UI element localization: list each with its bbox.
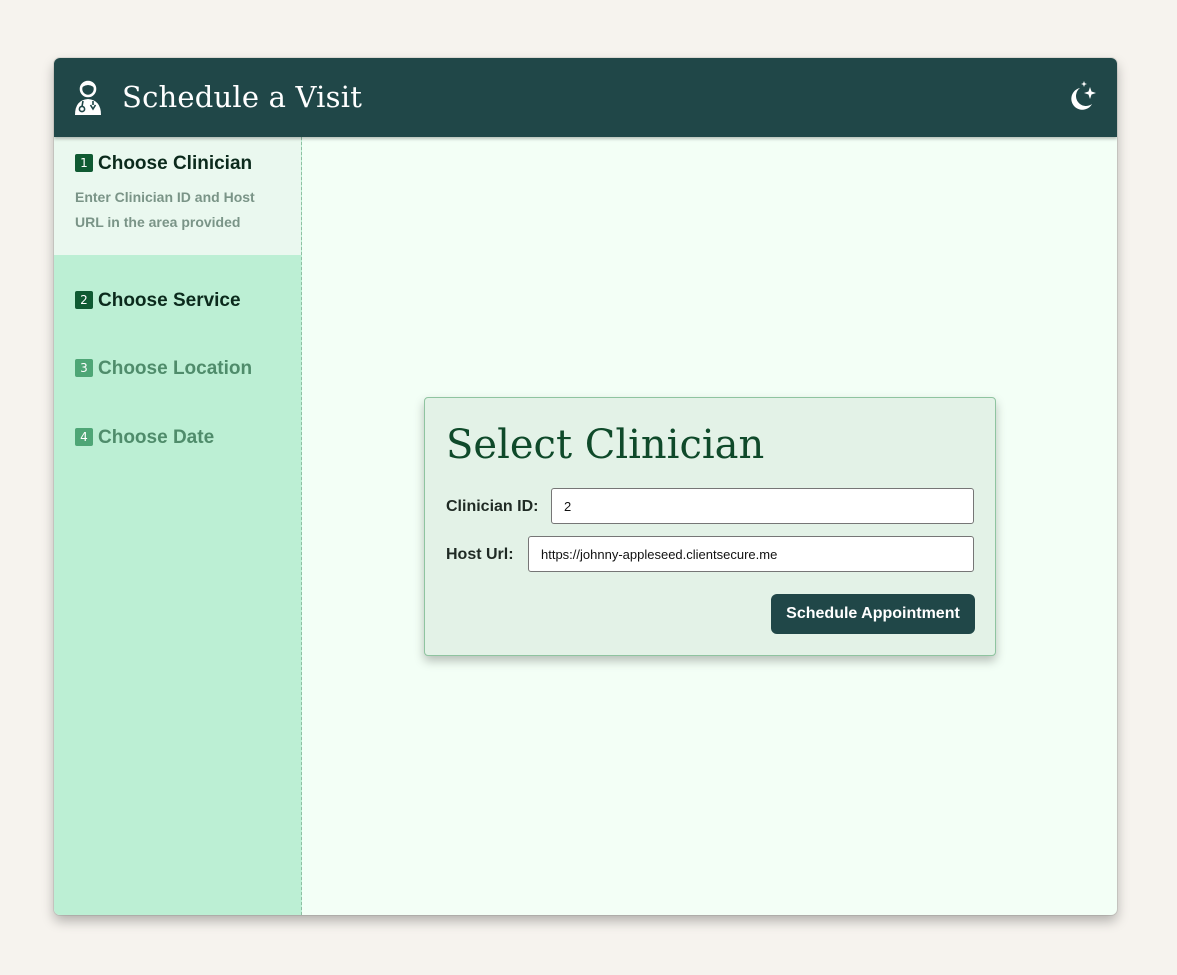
step-number: 1 — [75, 154, 93, 172]
step-label: Choose Service — [98, 290, 241, 311]
step-choose-clinician[interactable]: 1 Choose Clinician Enter Clinician ID an… — [54, 137, 301, 255]
app-window: Schedule a Visit 1 Choose Clinician Ente… — [54, 58, 1117, 915]
step-number: 2 — [75, 291, 93, 309]
schedule-appointment-button[interactable]: Schedule Appointment — [771, 594, 975, 634]
host-url-input[interactable] — [528, 536, 974, 572]
step-choose-location[interactable]: 3 Choose Location — [54, 345, 301, 395]
select-clinician-card: Select Clinician Clinician ID: Host Url:… — [424, 397, 996, 656]
steps-sidebar: 1 Choose Clinician Enter Clinician ID an… — [54, 137, 302, 915]
card-title: Select Clinician — [446, 422, 765, 468]
app-title: Schedule a Visit — [122, 80, 363, 114]
step-number: 4 — [75, 428, 93, 446]
step-label: Choose Location — [98, 358, 253, 379]
clinician-id-label: Clinician ID: — [446, 498, 539, 515]
clinician-id-input[interactable] — [551, 488, 974, 524]
clinician-icon — [75, 80, 101, 115]
app-header: Schedule a Visit — [54, 58, 1117, 137]
step-description: Enter Clinician ID and Host URL in the a… — [75, 189, 255, 230]
step-label: Choose Clinician — [98, 153, 253, 174]
step-label: Choose Date — [98, 427, 215, 448]
step-number: 3 — [75, 359, 93, 377]
step-choose-service[interactable]: 2 Choose Service — [54, 277, 301, 327]
moon-stars-icon[interactable] — [1063, 80, 1099, 116]
step-choose-date[interactable]: 4 Choose Date — [54, 414, 301, 464]
host-url-label: Host Url: — [446, 546, 514, 563]
